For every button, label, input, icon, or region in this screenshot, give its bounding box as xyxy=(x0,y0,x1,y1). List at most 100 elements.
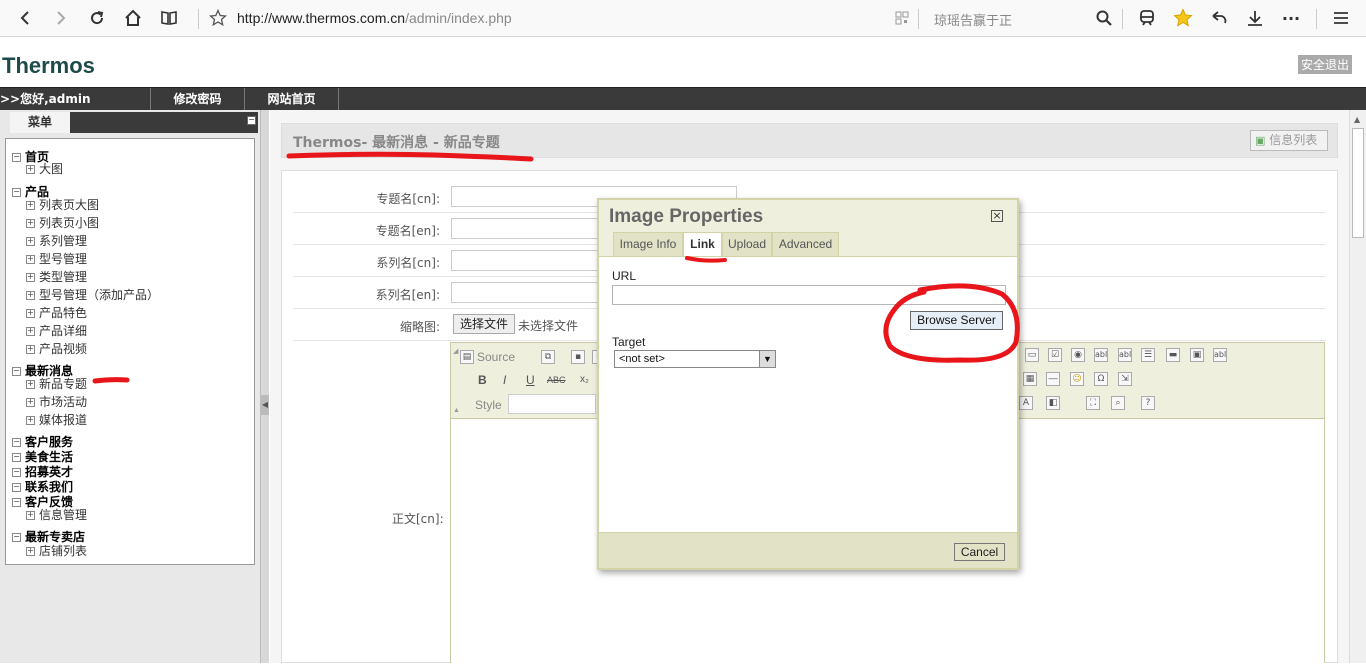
underline-button[interactable]: U xyxy=(526,373,535,387)
tree-category[interactable]: − 最新消息 xyxy=(12,364,73,378)
italic-button[interactable]: I xyxy=(503,373,506,387)
collapse-icon[interactable]: − xyxy=(12,367,21,376)
scroll-up-icon[interactable]: ▲ xyxy=(1354,115,1360,124)
tree-item[interactable]: + 类型管理 xyxy=(26,270,87,284)
tree-item[interactable]: + 大图 xyxy=(26,162,63,176)
cancel-button[interactable]: Cancel xyxy=(954,543,1005,561)
expand-icon[interactable]: + xyxy=(26,327,35,336)
collapse-icon[interactable]: − xyxy=(12,468,21,477)
hidden-field-icon[interactable]: abl xyxy=(1213,348,1227,362)
expand-icon[interactable]: + xyxy=(26,380,35,389)
collapse-sidebar-icon[interactable]: ◀ xyxy=(261,395,269,415)
expand-icon[interactable]: + xyxy=(26,345,35,354)
source-icon[interactable]: ▤ xyxy=(460,350,474,364)
tree-category[interactable]: − 招募英才 xyxy=(12,465,73,479)
tree-category[interactable]: − 联系我们 xyxy=(12,480,73,494)
maximize-icon[interactable]: ⛶ xyxy=(1086,396,1100,410)
logout-button[interactable]: 安全退出 xyxy=(1298,55,1353,74)
expand-icon[interactable]: + xyxy=(26,219,35,228)
expand-icon[interactable]: + xyxy=(26,547,35,556)
tab-advanced[interactable]: Advanced xyxy=(772,232,839,256)
qr-code-icon[interactable] xyxy=(890,6,914,30)
reload-icon[interactable] xyxy=(85,6,109,30)
tree-item[interactable]: + 系列管理 xyxy=(26,234,87,248)
tree-category[interactable]: − 客户反馈 xyxy=(12,495,73,509)
info-list-button[interactable]: ▣ 信息列表 xyxy=(1250,130,1328,151)
tree-item[interactable]: + 市场活动 xyxy=(26,395,87,409)
collapse-icon[interactable]: − xyxy=(12,438,21,447)
tree-item[interactable]: + 型号管理（添加产品） xyxy=(26,288,159,302)
choose-file-button[interactable]: 选择文件 xyxy=(453,314,516,334)
textarea-icon[interactable]: abl xyxy=(1118,348,1132,362)
tree-item[interactable]: + 型号管理 xyxy=(26,252,87,266)
reader-icon[interactable] xyxy=(157,6,181,30)
form-icon[interactable]: ▭ xyxy=(1025,348,1039,362)
menu-icon[interactable] xyxy=(1329,6,1353,30)
tree-item[interactable]: + 产品视频 xyxy=(26,342,87,356)
expand-icon[interactable]: + xyxy=(26,237,35,246)
chevron-down-icon[interactable]: ▼ xyxy=(759,351,775,367)
text-color-icon[interactable]: A xyxy=(1019,396,1033,410)
tree-item[interactable]: + 信息管理 xyxy=(26,508,87,522)
toolbar-collapse-icon[interactable]: ▲ xyxy=(453,407,460,414)
collapse-icon[interactable]: − xyxy=(12,483,21,492)
homepage-link[interactable]: 网站首页 xyxy=(245,88,339,111)
textfield-icon[interactable]: abl xyxy=(1094,348,1108,362)
collapse-menu-icon[interactable]: − xyxy=(247,116,256,125)
select-field-icon[interactable]: ☰ xyxy=(1141,348,1155,362)
menu-tab[interactable]: 菜单 xyxy=(10,112,70,133)
tree-item[interactable]: + 产品特色 xyxy=(26,306,87,320)
change-password-link[interactable]: 修改密码 xyxy=(151,88,245,111)
expand-icon[interactable]: + xyxy=(26,309,35,318)
tree-item[interactable]: + 媒体报道 xyxy=(26,413,87,427)
smiley-icon[interactable]: ☺ xyxy=(1070,372,1084,386)
favorites-star-icon[interactable] xyxy=(1171,6,1195,30)
collapse-icon[interactable]: − xyxy=(12,188,21,197)
subscript-icon[interactable]: x₂ xyxy=(580,374,589,385)
tree-category[interactable]: − 客户服务 xyxy=(12,435,73,449)
tree-item[interactable]: + 列表页小图 xyxy=(26,216,99,230)
search-input[interactable]: 琼瑶告赢于正 xyxy=(934,10,1012,29)
style-select[interactable] xyxy=(508,394,596,414)
tree-item[interactable]: + 新品专题 xyxy=(26,377,87,391)
expand-icon[interactable]: + xyxy=(26,416,35,425)
target-select[interactable]: <not set> ▼ xyxy=(614,350,776,368)
image-button-icon[interactable]: ▣ xyxy=(1190,348,1204,362)
forward-icon[interactable] xyxy=(49,6,73,30)
button-field-icon[interactable]: ▬ xyxy=(1166,348,1180,362)
table-icon[interactable]: ▦ xyxy=(1023,372,1037,386)
page-scrollbar[interactable]: ▲ xyxy=(1349,110,1366,663)
back-icon[interactable] xyxy=(13,6,37,30)
tab-image-info[interactable]: Image Info xyxy=(613,232,683,256)
expand-icon[interactable]: + xyxy=(26,398,35,407)
collapse-icon[interactable]: − xyxy=(12,533,21,542)
show-blocks-icon[interactable]: ⌕ xyxy=(1111,396,1125,410)
checkbox-icon[interactable]: ☑ xyxy=(1048,348,1062,362)
home-icon[interactable] xyxy=(121,6,145,30)
train-icon[interactable] xyxy=(1135,6,1159,30)
sidebar-splitter[interactable] xyxy=(260,110,269,663)
collapse-icon[interactable]: − xyxy=(12,153,21,162)
horizontal-rule-icon[interactable]: ― xyxy=(1046,372,1060,386)
expand-icon[interactable]: + xyxy=(26,291,35,300)
page-break-icon[interactable]: ⇲ xyxy=(1118,372,1132,386)
radio-icon[interactable]: ◉ xyxy=(1071,348,1085,362)
special-char-icon[interactable]: Ω xyxy=(1094,372,1108,386)
tree-item[interactable]: + 列表页大图 xyxy=(26,198,99,212)
more-icon[interactable]: ··· xyxy=(1279,6,1303,30)
tree-item[interactable]: + 产品详细 xyxy=(26,324,87,338)
tree-category[interactable]: − 美食生活 xyxy=(12,450,73,464)
download-icon[interactable] xyxy=(1243,6,1267,30)
strike-button[interactable]: ABC xyxy=(547,375,566,385)
close-icon[interactable]: × xyxy=(991,210,1003,222)
collapse-icon[interactable]: − xyxy=(12,453,21,462)
bg-color-icon[interactable]: ◧ xyxy=(1046,396,1060,410)
copy-icon[interactable]: ⧉ xyxy=(541,350,555,364)
expand-icon[interactable]: + xyxy=(26,273,35,282)
expand-icon[interactable]: + xyxy=(26,201,35,210)
undo-icon[interactable] xyxy=(1207,6,1231,30)
tree-category[interactable]: − 最新专卖店 xyxy=(12,530,85,544)
expand-icon[interactable]: + xyxy=(26,255,35,264)
search-icon[interactable] xyxy=(1092,6,1116,30)
expand-icon[interactable]: + xyxy=(26,165,35,174)
